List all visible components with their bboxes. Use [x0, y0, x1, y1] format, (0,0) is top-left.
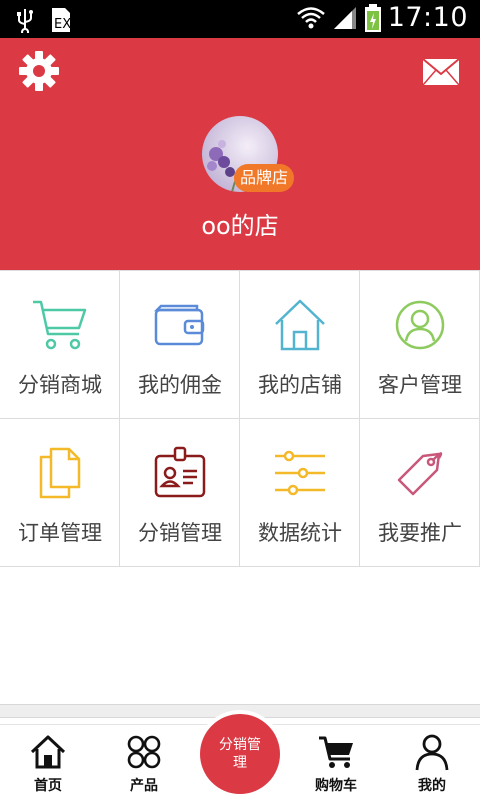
tab-label: 产品 — [130, 778, 158, 794]
signal-icon — [333, 6, 356, 29]
distribution-management-button[interactable]: 分销管理 — [196, 710, 284, 798]
menu-item-label: 我的佣金 — [138, 373, 222, 397]
menu-item-my-store[interactable]: 我的店铺 — [240, 271, 360, 419]
sliders-icon — [275, 450, 325, 496]
wallet-icon — [153, 304, 205, 346]
tab-home[interactable]: 首页 — [0, 725, 96, 801]
house-icon — [275, 299, 325, 351]
menu-item-label: 客户管理 — [378, 373, 462, 397]
tab-label: 我的 — [418, 778, 446, 794]
svg-text:EX: EX — [54, 17, 71, 32]
documents-icon — [39, 447, 81, 499]
menu-item-label: 我要推广 — [378, 521, 462, 545]
user-circle-icon — [395, 300, 445, 350]
price-tag-icon — [397, 452, 443, 496]
home-icon — [30, 735, 66, 769]
menu-item-label: 我的店铺 — [258, 373, 342, 397]
tab-mine[interactable]: 我的 — [384, 725, 480, 801]
mail-icon[interactable] — [422, 58, 460, 86]
battery-icon — [364, 3, 381, 32]
menu-item-promote[interactable]: 我要推广 — [360, 419, 480, 567]
menu-item-customer-management[interactable]: 客户管理 — [360, 271, 480, 419]
menu-item-my-commission[interactable]: 我的佣金 — [120, 271, 240, 419]
products-icon — [127, 735, 161, 769]
menu-item-order-management[interactable]: 订单管理 — [0, 419, 120, 567]
cart-icon — [319, 736, 353, 768]
shop-type-badge: 品牌店 — [234, 164, 295, 192]
profile-header: 品牌店 oo的店 — [0, 38, 480, 270]
tab-products[interactable]: 产品 — [96, 725, 192, 801]
tab-label: 购物车 — [315, 778, 357, 794]
menu-item-label: 数据统计 — [258, 521, 342, 545]
wifi-icon — [296, 6, 325, 28]
menu-item-distribution-mall[interactable]: 分销商城 — [0, 271, 120, 419]
id-badge-icon — [154, 446, 206, 498]
tab-cart[interactable]: 购物车 — [288, 725, 384, 801]
tab-label: 首页 — [34, 778, 62, 794]
usb-icon — [17, 9, 33, 33]
user-icon — [415, 734, 449, 771]
menu-item-data-statistics[interactable]: 数据统计 — [240, 419, 360, 567]
status-time: 17:10 — [387, 2, 468, 33]
menu-item-distribution-management[interactable]: 分销管理 — [120, 419, 240, 567]
menu-item-label: 分销管理 — [138, 521, 222, 545]
menu-item-label: 分销商城 — [18, 373, 102, 397]
avatar[interactable]: 品牌店 — [202, 116, 295, 192]
menu-item-label: 订单管理 — [18, 521, 102, 545]
menu-grid: 分销商城 我的佣金 我的店铺 客户管理 订单管理 分销管理 数据统计 我要推广 — [0, 270, 480, 567]
sim-card-icon: EX — [52, 8, 71, 32]
gear-icon[interactable] — [18, 50, 60, 92]
shopping-cart-icon — [33, 300, 87, 350]
center-button-label: 分销管理 — [200, 714, 280, 794]
shop-name: oo的店 — [201, 212, 279, 240]
status-bar: EX 17:10 — [0, 0, 480, 38]
